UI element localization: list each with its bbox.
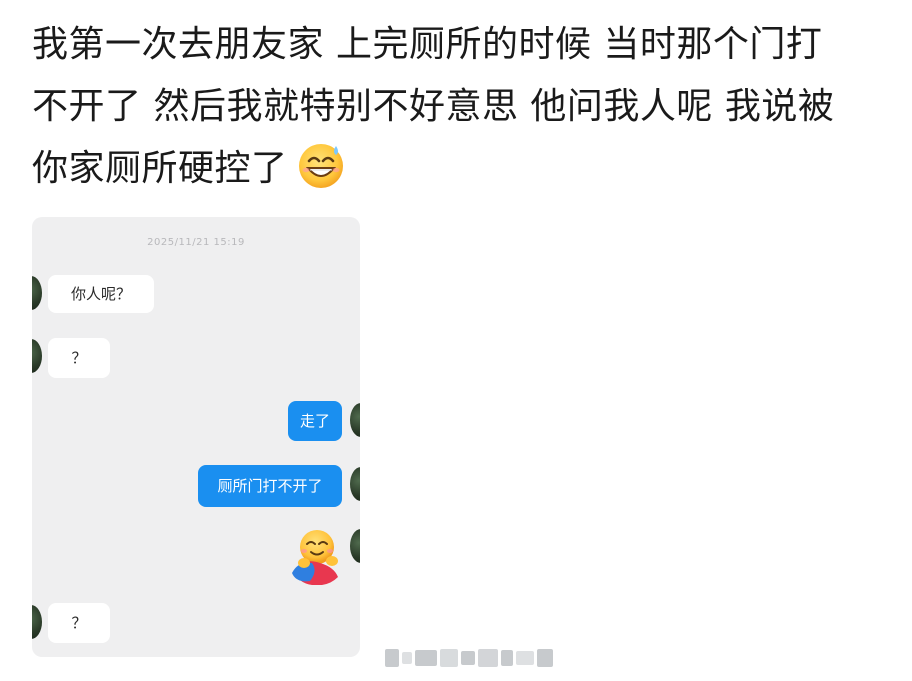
- watermark-glyph: [402, 652, 412, 664]
- user-avatar: [350, 403, 360, 437]
- user-avatar: [350, 467, 360, 501]
- chat-bubble-incoming: ？: [48, 338, 110, 378]
- watermark-glyph: [537, 649, 553, 667]
- chat-timestamp: 2025/11/21 15:19: [147, 237, 245, 248]
- post-line-3: 你家厕所硬控了: [32, 138, 892, 200]
- post-line-2: 不开了 然后我就特别不好意思 他问我人呢 我说被: [32, 86, 835, 127]
- post-line-1: 我第一次去朋友家 上完厕所的时候 当时那个门打: [32, 24, 823, 65]
- watermark: [385, 645, 553, 671]
- hug-emoji-sticker-icon: [292, 530, 338, 585]
- watermark-glyph: [501, 650, 513, 666]
- chat-bubble-incoming: ？: [48, 603, 110, 643]
- chat-bubble-outgoing: 走了: [288, 401, 342, 441]
- watermark-glyph: [516, 651, 534, 665]
- user-avatar: [350, 529, 360, 563]
- watermark-glyph: [461, 651, 475, 665]
- chat-bubble-incoming: 你人呢？: [48, 275, 154, 313]
- friend-avatar: [32, 605, 42, 639]
- friend-avatar: [32, 276, 42, 310]
- watermark-glyph: [385, 649, 399, 667]
- post-body: 我第一次去朋友家 上完厕所的时候 当时那个门打 不开了 然后我就特别不好意思 他…: [32, 14, 892, 200]
- watermark-glyph: [440, 649, 458, 667]
- watermark-glyph: [478, 649, 498, 667]
- post-page: 我第一次去朋友家 上完厕所的时候 当时那个门打 不开了 然后我就特别不好意思 他…: [0, 0, 912, 681]
- post-line-3-text: 你家厕所硬控了: [32, 148, 288, 189]
- chat-bubble-outgoing: 厕所门打不开了: [198, 465, 342, 507]
- chat-screenshot: 2025/11/21 15:19 你人呢？ ？ 走了 厕所门打不开了 ？: [32, 217, 360, 657]
- watermark-glyph: [415, 650, 437, 666]
- friend-avatar: [32, 339, 42, 373]
- grinning-sweat-emoji-icon: [298, 144, 343, 188]
